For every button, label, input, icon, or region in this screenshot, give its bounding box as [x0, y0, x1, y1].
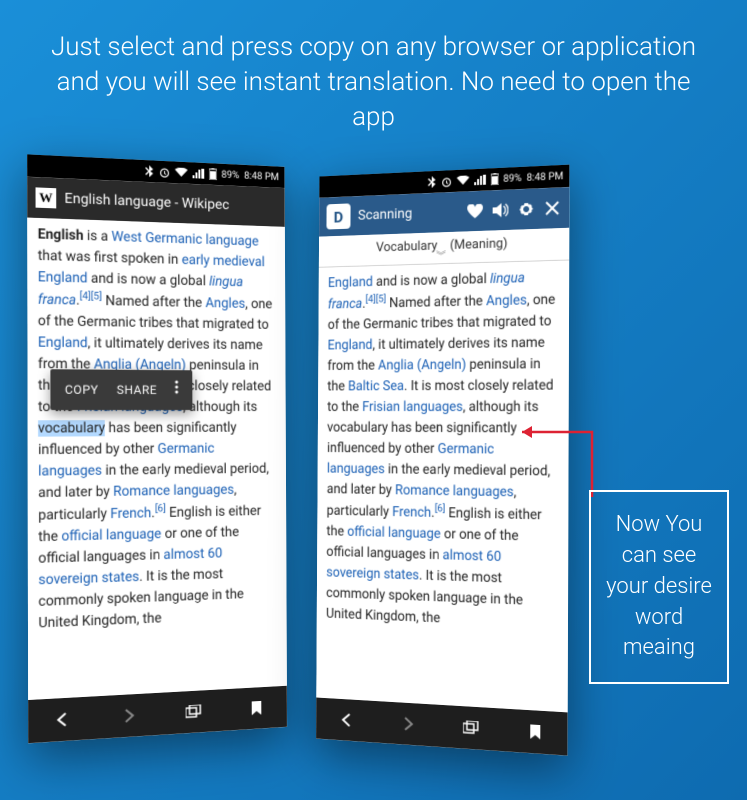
heart-icon[interactable] — [466, 204, 484, 219]
wikipedia-logo-icon: W — [36, 188, 57, 209]
text: , although its — [183, 399, 257, 415]
link[interactable]: French — [392, 505, 431, 522]
wifi-icon — [175, 168, 188, 178]
text: that was first spoken in — [38, 248, 182, 268]
text: Named after the — [102, 293, 206, 311]
link[interactable]: England — [328, 274, 373, 291]
status-time: 8:48 PM — [527, 171, 564, 184]
tabs-icon[interactable] — [183, 705, 203, 720]
headline: Just select and press copy on any browse… — [0, 0, 747, 160]
bluetooth-icon — [144, 165, 154, 177]
link[interactable]: West Germanic language — [111, 229, 258, 250]
link[interactable]: French — [110, 505, 151, 522]
link[interactable]: Frisian languages — [362, 399, 463, 415]
link[interactable]: Romance languages — [113, 482, 234, 500]
battery-icon — [209, 168, 217, 180]
back-icon[interactable] — [52, 712, 73, 728]
forward-icon[interactable] — [118, 708, 138, 723]
arrow-annotation — [507, 422, 597, 502]
link[interactable]: Baltic Sea — [61, 378, 122, 394]
phones-container: 89% 8:48 PM W English language - Wikipec… — [0, 160, 747, 780]
text: and is now a global — [373, 271, 490, 290]
bookmark-icon[interactable] — [246, 701, 265, 716]
link[interactable]: Baltic Sea — [348, 379, 404, 395]
link[interactable]: official language — [347, 524, 441, 542]
text: is a — [83, 228, 111, 245]
meaning-label: (Meaning) — [450, 236, 508, 253]
battery-percent: 89% — [503, 173, 521, 185]
bookmark-icon[interactable] — [525, 724, 545, 740]
gear-icon[interactable] — [517, 201, 535, 218]
status-time: 8:48 PM — [244, 171, 279, 183]
link[interactable]: England — [328, 338, 373, 354]
battery-icon — [490, 173, 498, 185]
vocab-word: Vocabulary — [376, 239, 437, 256]
page-title: English language - Wikipec — [64, 191, 229, 214]
text: , although its — [463, 399, 539, 415]
bluetooth-icon — [427, 176, 437, 188]
more-icon[interactable] — [175, 380, 179, 400]
sound-icon[interactable] — [492, 203, 510, 218]
battery-percent: 89% — [221, 169, 239, 181]
article-body[interactable]: English is a West Germanic language that… — [27, 218, 287, 700]
link[interactable]: Romance languages — [395, 482, 514, 500]
link[interactable]: official language — [61, 526, 161, 545]
wifi-icon — [456, 176, 469, 187]
callout-box: Now You can see your desire word meaing — [589, 490, 729, 684]
citation[interactable]: [4][5] — [365, 295, 386, 306]
forward-icon[interactable] — [398, 717, 417, 732]
link[interactable]: Angles — [486, 293, 527, 310]
selected-text[interactable]: vocabulary — [38, 420, 105, 437]
scanning-label: Scanning — [358, 206, 412, 224]
link[interactable]: Angles — [205, 296, 245, 313]
dictionary-logo-icon: D — [326, 204, 350, 230]
citation[interactable]: [6] — [155, 504, 166, 515]
alarm-icon — [159, 167, 170, 178]
signal-icon — [192, 169, 204, 179]
alarm-icon — [441, 176, 452, 187]
back-icon[interactable] — [337, 713, 356, 728]
text: Named after the — [386, 294, 486, 312]
text: and is now a global — [88, 270, 210, 289]
phone-left: 89% 8:48 PM W English language - Wikipec… — [27, 155, 287, 744]
link[interactable]: Anglia (Angeln) — [378, 357, 466, 374]
citation[interactable]: [6] — [435, 504, 446, 515]
link[interactable]: England — [38, 335, 88, 352]
signal-icon — [474, 175, 486, 186]
citation[interactable]: [4][5] — [80, 291, 102, 303]
close-icon[interactable] — [543, 201, 561, 216]
text: English — [38, 227, 84, 245]
tabs-icon[interactable] — [461, 720, 481, 735]
text: vocabulary — [327, 420, 388, 436]
